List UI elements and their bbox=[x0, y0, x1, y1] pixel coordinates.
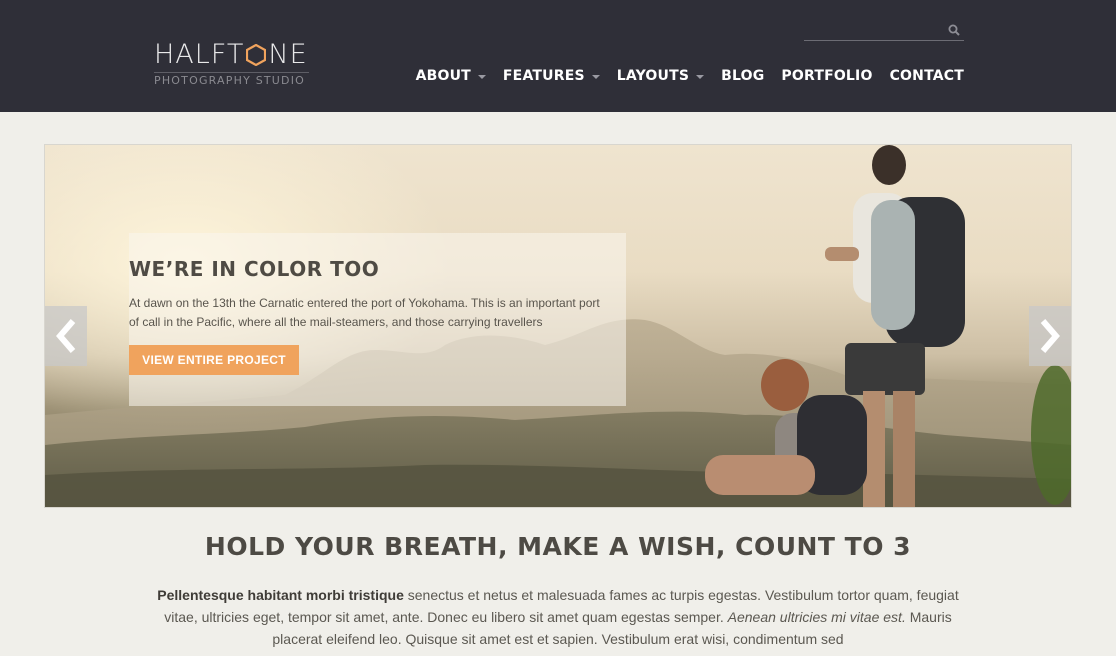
chevron-right-icon bbox=[1040, 319, 1060, 353]
paragraph-italic: Aenean ultricies mi vitae est. bbox=[727, 609, 906, 625]
nav-item-layouts[interactable]: LAYOUTS bbox=[616, 66, 705, 86]
logo[interactable]: HALFT NE PHOTOGRAPHY STUDIO bbox=[154, 38, 309, 87]
logo-hexagon-icon bbox=[246, 44, 267, 66]
search-box[interactable] bbox=[804, 20, 964, 41]
nav-item-contact[interactable]: CONTACT bbox=[890, 66, 964, 86]
intro-paragraph: Pellentesque habitant morbi tristique se… bbox=[150, 584, 966, 650]
site-header: HALFT NE PHOTOGRAPHY STUDIO ABOUT FEATUR… bbox=[0, 0, 1116, 112]
nav-item-blog[interactable]: BLOG bbox=[721, 66, 764, 86]
logo-text-end: NE bbox=[268, 39, 308, 70]
nav-item-features[interactable]: FEATURES bbox=[503, 66, 600, 86]
caret-down-icon bbox=[591, 75, 600, 79]
search-icon[interactable] bbox=[948, 24, 960, 36]
nav-label: BLOG bbox=[721, 68, 765, 84]
chevron-left-icon bbox=[56, 319, 76, 353]
main-nav: ABOUT FEATURES LAYOUTS BLOG PORTFOLIO CO… bbox=[399, 66, 964, 86]
section-heading: HOLD YOUR BREATH, MAKE A WISH, COUNT TO … bbox=[204, 532, 912, 561]
logo-wordmark: HALFT NE bbox=[154, 38, 309, 72]
logo-text-start: HALFT bbox=[154, 39, 245, 70]
search-input[interactable] bbox=[804, 20, 944, 40]
hero-slider: WE’RE IN COLOR TOO At dawn on the 13th t… bbox=[44, 144, 1072, 508]
slide-title: WE’RE IN COLOR TOO bbox=[129, 257, 380, 281]
caret-down-icon bbox=[477, 75, 486, 79]
nav-label: FEATURES bbox=[502, 68, 585, 84]
nav-label: LAYOUTS bbox=[616, 68, 690, 84]
slider-next-button[interactable] bbox=[1029, 306, 1071, 366]
view-project-button[interactable]: VIEW ENTIRE PROJECT bbox=[129, 345, 299, 375]
paragraph-bold: Pellentesque habitant morbi tristique bbox=[157, 587, 404, 603]
caret-down-icon bbox=[696, 75, 705, 79]
nav-item-about[interactable]: ABOUT bbox=[416, 66, 486, 86]
nav-item-portfolio[interactable]: PORTFOLIO bbox=[781, 66, 872, 86]
nav-label: PORTFOLIO bbox=[781, 68, 873, 84]
slide-description: At dawn on the 13th the Carnatic entered… bbox=[129, 296, 600, 329]
logo-subtitle: PHOTOGRAPHY STUDIO bbox=[154, 72, 309, 87]
nav-label: ABOUT bbox=[415, 68, 471, 84]
slider-prev-button[interactable] bbox=[45, 306, 87, 366]
nav-label: CONTACT bbox=[889, 68, 964, 84]
